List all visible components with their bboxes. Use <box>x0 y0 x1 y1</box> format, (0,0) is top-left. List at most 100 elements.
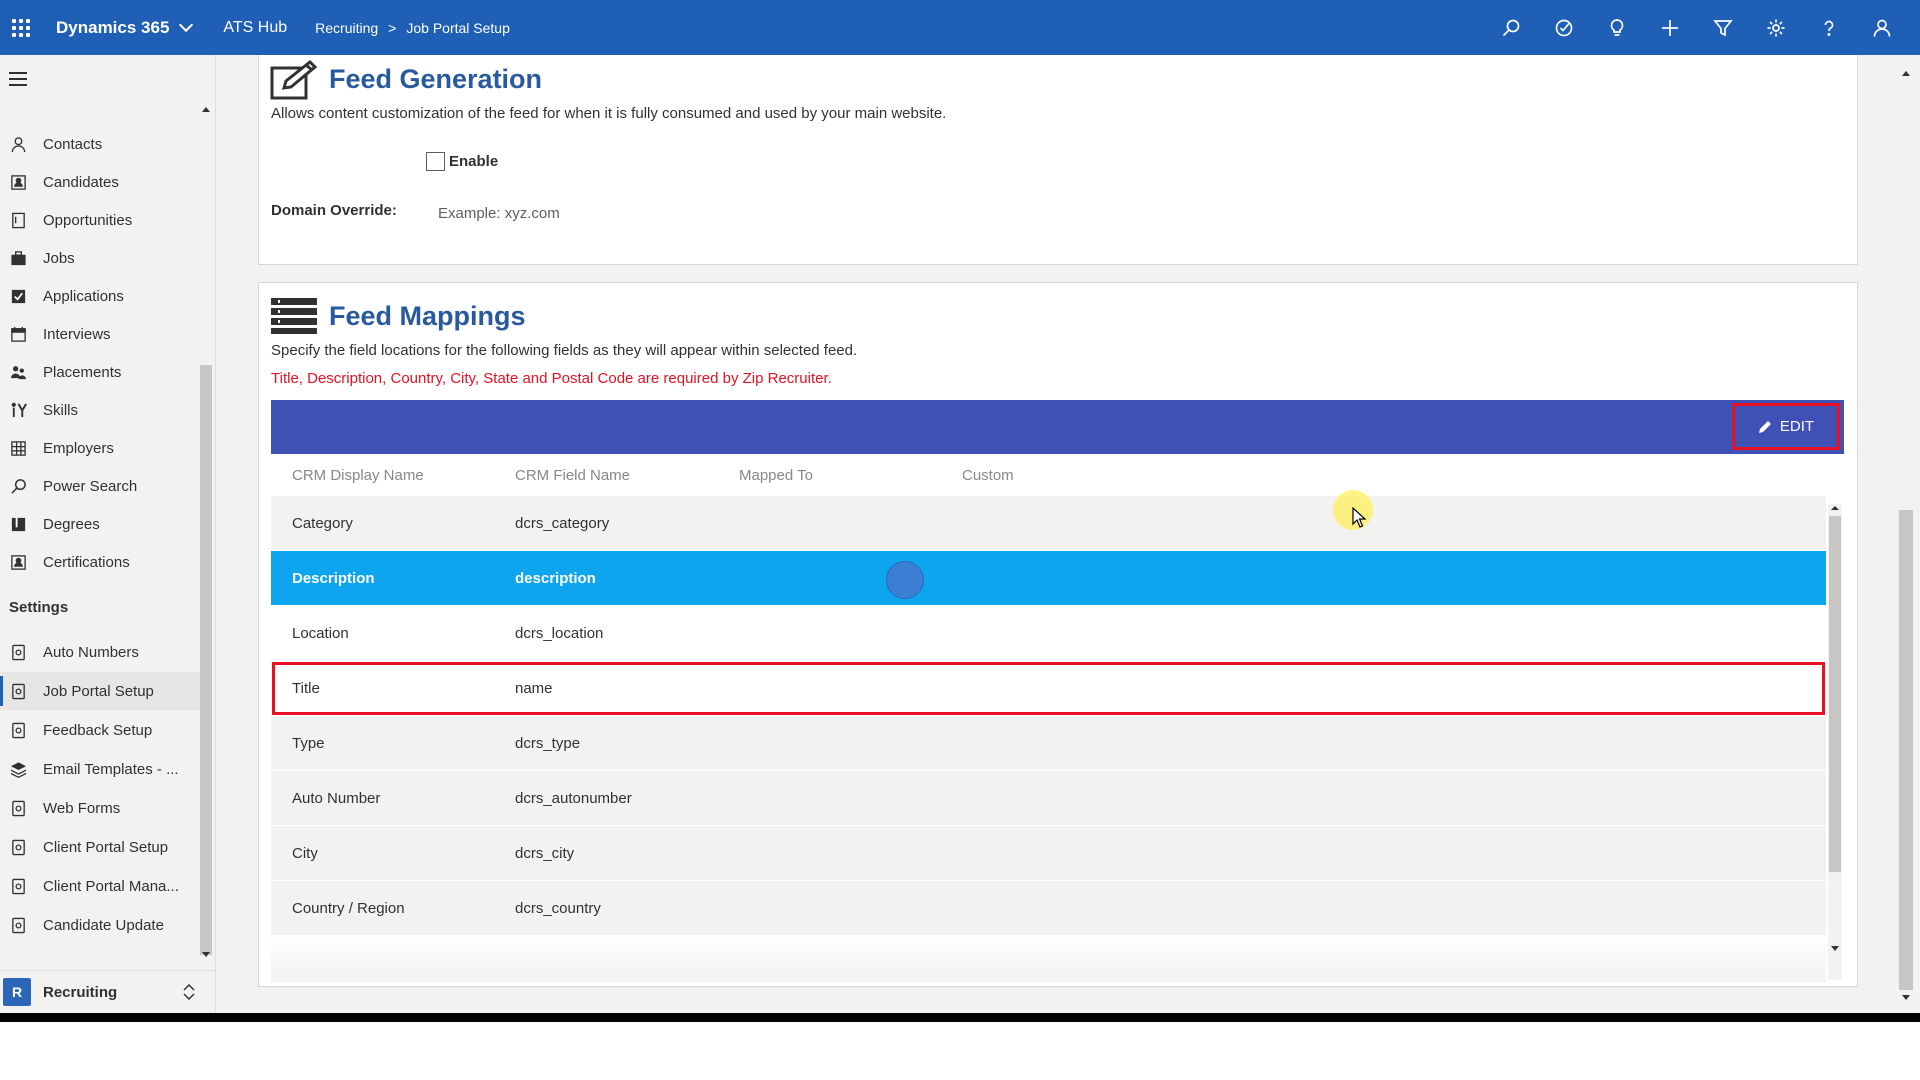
breadcrumb-area[interactable]: Recruiting <box>315 20 378 36</box>
column-header-custom[interactable]: Custom <box>962 467 1014 484</box>
scroll-up-arrow-icon[interactable] <box>1831 506 1839 510</box>
sidebar-item-feedback-setup[interactable]: Feedback Setup <box>0 711 200 749</box>
plus-icon <box>1661 19 1678 36</box>
sidebar-item-client-portal-management[interactable]: Client Portal Mana... <box>0 867 200 905</box>
sidebar-item-label: Placements <box>43 363 122 381</box>
feed-generation-description: Allows content customization of the feed… <box>271 105 947 122</box>
table-row-selected[interactable]: Description description <box>271 551 1826 606</box>
scroll-up-arrow-icon[interactable] <box>202 107 210 112</box>
table-row[interactable]: Auto Number dcrs_autonumber <box>271 771 1826 826</box>
enable-label[interactable]: Enable <box>449 153 498 170</box>
sidebar-item-email-templates[interactable]: Email Templates - ... <box>0 750 200 788</box>
sidebar-item-label: Email Templates - ... <box>43 760 179 778</box>
domain-override-input[interactable] <box>438 200 738 226</box>
book-icon <box>9 515 27 533</box>
scroll-up-arrow-icon[interactable] <box>1902 71 1910 76</box>
enable-checkbox[interactable] <box>426 152 445 171</box>
screen-margin <box>0 1022 1920 1080</box>
sidebar-item-candidates[interactable]: Candidates <box>0 163 200 201</box>
top-actions <box>1484 0 1908 55</box>
app-launcher-button[interactable] <box>2 0 40 55</box>
table-row[interactable]: Category dcrs_category <box>271 496 1826 551</box>
filter-button[interactable] <box>1696 0 1749 55</box>
new-button[interactable] <box>1643 0 1696 55</box>
sidebar-item-auto-numbers[interactable]: Auto Numbers <box>0 633 200 671</box>
grid-scrollbar-thumb[interactable] <box>1829 516 1841 872</box>
sidebar-item-placements[interactable]: Placements <box>0 353 200 391</box>
table-row[interactable]: Type dcrs_type <box>271 716 1826 771</box>
lightbulb-button[interactable] <box>1590 0 1643 55</box>
cell-field-name: dcrs_country <box>515 900 601 917</box>
cell-display-name: Country / Region <box>292 900 405 917</box>
layers-icon <box>9 760 27 778</box>
hamburger-menu-icon[interactable] <box>9 72 27 90</box>
scroll-down-arrow-icon[interactable] <box>1831 946 1839 951</box>
sidebar-item-label: Skills <box>43 401 79 419</box>
sidebar-item-label: Contacts <box>43 135 103 153</box>
sidebar-item-web-forms[interactable]: Web Forms <box>0 789 200 827</box>
skills-icon <box>9 401 27 419</box>
settings-doc-icon <box>9 877 27 895</box>
search-button[interactable] <box>1484 0 1537 55</box>
chevron-down-icon[interactable] <box>179 17 194 32</box>
page-scrollbar[interactable] <box>1895 55 1920 1005</box>
sidebar-scrollbar[interactable] <box>200 365 212 955</box>
feed-mappings-description: Specify the field locations for the foll… <box>271 342 858 359</box>
settings-button[interactable] <box>1749 0 1802 55</box>
sidebar-item-interviews[interactable]: Interviews <box>0 315 200 353</box>
column-header-display-name[interactable]: CRM Display Name <box>292 467 424 484</box>
sidebar-item-jobs[interactable]: Jobs <box>0 239 200 277</box>
column-header-field-name[interactable]: CRM Field Name <box>515 467 630 484</box>
cell-field-name: description <box>515 570 596 587</box>
sidebar-item-applications[interactable]: Applications <box>0 277 200 315</box>
sidebar-item-employers[interactable]: Employers <box>0 429 200 467</box>
click-indicator <box>886 561 924 599</box>
grid-scrollbar[interactable] <box>1828 504 1842 980</box>
cell-field-name: dcrs_location <box>515 625 604 642</box>
area-name: Recruiting <box>43 983 118 1001</box>
scroll-down-arrow-icon[interactable] <box>202 952 210 957</box>
area-switcher[interactable]: R Recruiting <box>0 970 216 1013</box>
table-row[interactable]: Country / Region dcrs_country <box>271 881 1826 936</box>
domain-override-label: Domain Override: <box>271 202 397 219</box>
sidebar-item-skills[interactable]: Skills <box>0 391 200 429</box>
sidebar-item-certifications[interactable]: Certifications <box>0 543 200 581</box>
page-scrollbar-thumb[interactable] <box>1899 510 1913 990</box>
help-button[interactable] <box>1802 0 1855 55</box>
sidebar-item-candidate-update[interactable]: Candidate Update <box>0 906 200 944</box>
user-profile-button[interactable] <box>1855 0 1908 55</box>
cell-field-name: dcrs_autonumber <box>515 790 632 807</box>
sidebar-item-label: Employers <box>43 439 114 457</box>
sidebar-item-degrees[interactable]: Degrees <box>0 505 200 543</box>
grid-header: CRM Display Name CRM Field Name Mapped T… <box>271 454 1844 496</box>
edit-button[interactable]: EDIT <box>1732 403 1840 450</box>
cell-display-name: Description <box>292 570 375 587</box>
sidebar-item-power-search[interactable]: Power Search <box>0 467 200 505</box>
hub-name[interactable]: ATS Hub <box>223 19 287 37</box>
sidebar-item-job-portal-setup[interactable]: Job Portal Setup <box>0 672 200 710</box>
app-title[interactable]: Dynamics 365 <box>56 18 169 38</box>
sidebar-item-label: Opportunities <box>43 211 133 229</box>
grid-toolbar <box>271 400 1844 454</box>
settings-doc-icon <box>9 682 27 700</box>
people-icon <box>9 363 27 381</box>
sidebar-item-opportunities[interactable]: Opportunities <box>0 201 200 239</box>
user-icon <box>1873 19 1890 37</box>
sidebar-item-label: Certifications <box>43 553 130 571</box>
table-row-highlighted[interactable]: Title name <box>271 661 1826 716</box>
column-header-mapped-to[interactable]: Mapped To <box>739 467 813 484</box>
task-icon <box>1555 19 1572 36</box>
sidebar-item-label: Web Forms <box>43 799 121 817</box>
chevron-updown-icon <box>183 983 195 1001</box>
cell-field-name: dcrs_city <box>515 845 575 862</box>
sidebar-item-client-portal-setup[interactable]: Client Portal Setup <box>0 828 200 866</box>
search-icon <box>9 477 27 495</box>
settings-doc-icon <box>9 643 27 661</box>
settings-doc-icon <box>9 916 27 934</box>
scroll-down-arrow-icon[interactable] <box>1902 995 1910 1000</box>
task-button[interactable] <box>1537 0 1590 55</box>
sidebar-item-label: Feedback Setup <box>43 721 153 739</box>
sidebar-item-contacts[interactable]: Contacts <box>0 125 200 163</box>
table-row[interactable]: City dcrs_city <box>271 826 1826 881</box>
table-row[interactable]: Location dcrs_location <box>271 606 1826 661</box>
